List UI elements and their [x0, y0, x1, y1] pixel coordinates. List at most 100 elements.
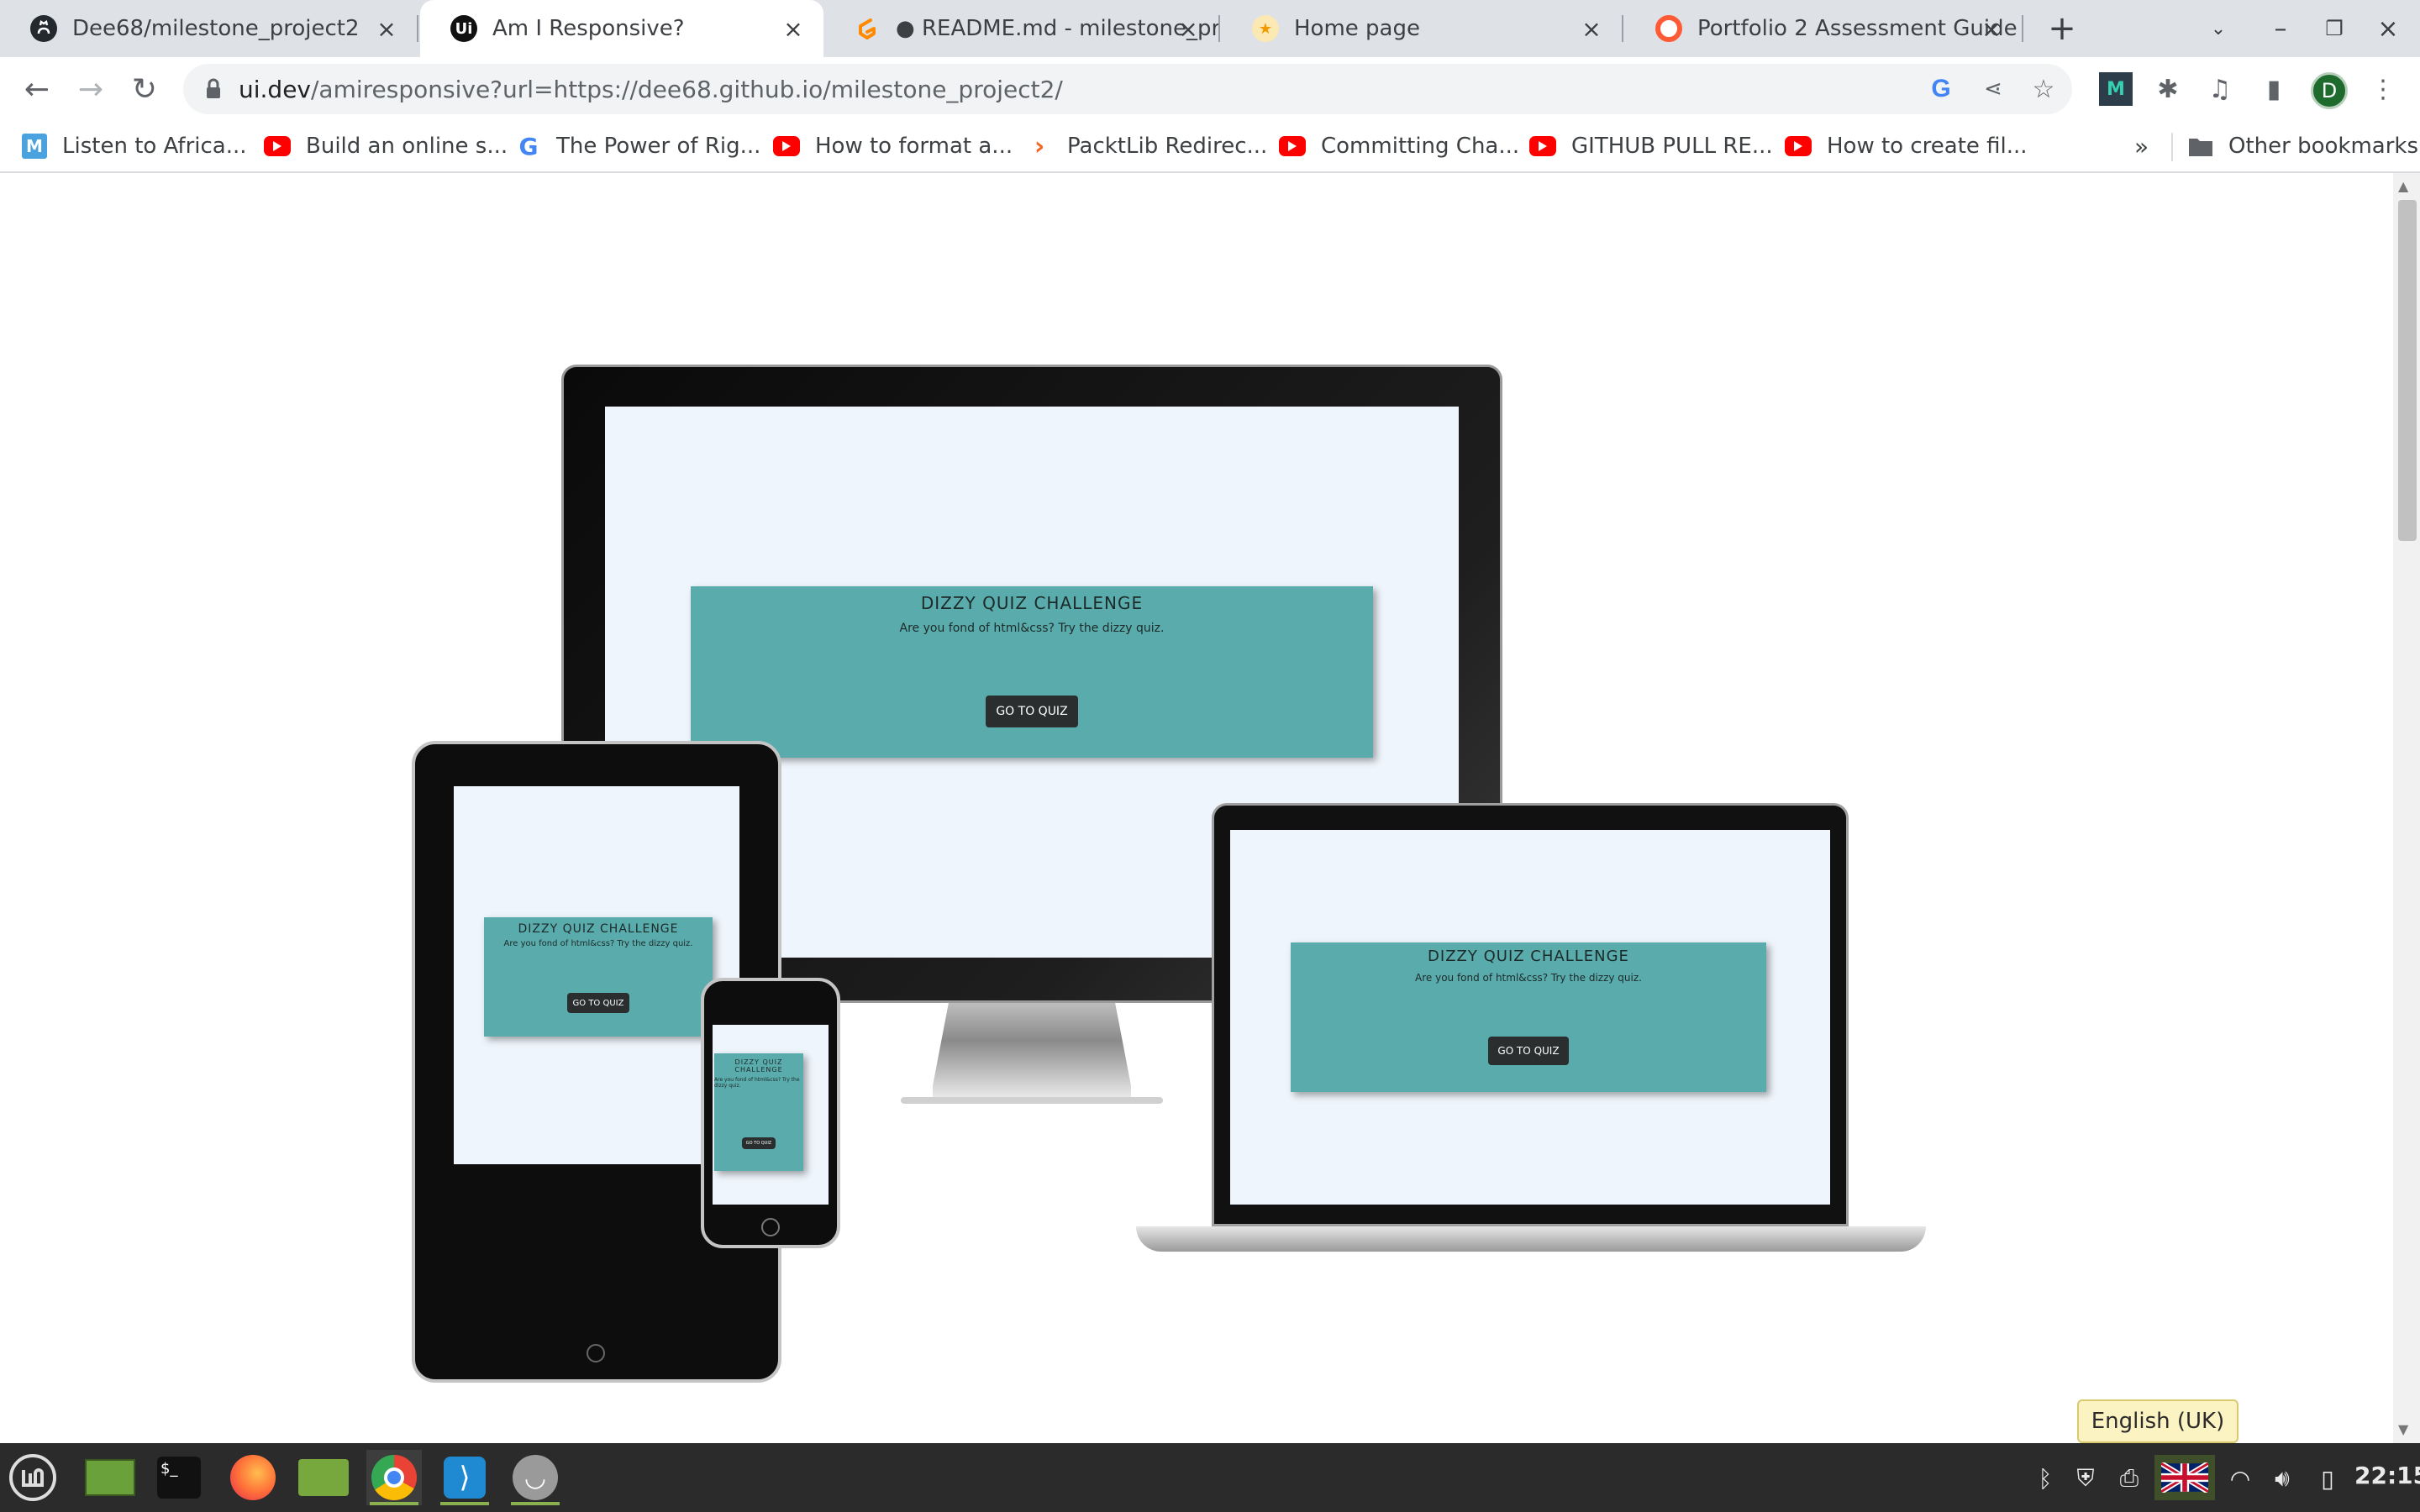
ui-dev-icon: Ui [450, 15, 477, 42]
bookmark-label: How to create fil... [1827, 134, 2028, 159]
go-to-quiz-button[interactable]: GO TO QUIZ [986, 696, 1078, 727]
bookmarks-separator [2171, 133, 2173, 161]
battery-icon[interactable]: ▯ [2311, 1462, 2344, 1495]
menu-icon[interactable] [5, 1450, 60, 1505]
firefox-icon[interactable] [225, 1450, 281, 1505]
scrollbar-thumb[interactable] [2398, 200, 2417, 541]
bookmark-label: Build an online s... [306, 134, 508, 159]
address-bar[interactable]: ui.dev/amiresponsive?url=https://dee68.g… [183, 64, 2072, 114]
bookmark-item[interactable]: › PacktLib Redirec... [1027, 129, 1267, 163]
wifi-icon[interactable]: ◠ [2223, 1462, 2257, 1495]
restore-icon[interactable]: ❐ [2314, 8, 2354, 49]
chevron-down-icon[interactable]: ⌄ [2202, 12, 2235, 45]
youtube-icon [1785, 136, 1812, 156]
new-tab-icon[interactable]: + [2044, 9, 2081, 48]
close-tab-icon[interactable]: × [1175, 15, 1202, 43]
profile-avatar[interactable]: D [2311, 72, 2348, 109]
go-to-quiz-button[interactable]: GO TO QUIZ [742, 1137, 776, 1149]
bookmarks-overflow-button[interactable]: » [2134, 133, 2149, 160]
close-tab-icon[interactable]: × [1578, 15, 1605, 43]
close-tab-icon[interactable]: × [373, 15, 400, 43]
bookmark-label: PacktLib Redirec... [1067, 134, 1268, 159]
bookmark-label: GITHUB PULL RE... [1571, 134, 1773, 159]
share-icon[interactable]: ⋖ [1978, 74, 2008, 104]
url-text: ui.dev/amiresponsive?url=https://dee68.g… [239, 76, 1063, 103]
puzzle-icon[interactable]: ✱ [2151, 72, 2185, 106]
quiz-subtitle: Are you fond of html&css? Try the dizzy … [1415, 972, 1642, 984]
network-manager-icon[interactable]: ◡ [508, 1450, 563, 1505]
folder-icon [2188, 134, 2213, 159]
google-lens-icon[interactable]: G [1926, 74, 1956, 104]
vscode-icon[interactable]: ⟩ [437, 1450, 492, 1505]
tab-portfolio-guide[interactable]: Portfolio 2 Assessment Guide × [1625, 0, 2022, 57]
bookmark-item[interactable]: How to create fil... [1785, 129, 2028, 163]
tab-title: ● README.md - milestone_pr [896, 16, 1218, 41]
kebab-menu-icon[interactable]: ⋮ [2366, 72, 2400, 106]
language-tooltip: English (UK) [2077, 1399, 2238, 1443]
monitor-stand [933, 1003, 1131, 1097]
back-icon[interactable]: ← [17, 69, 57, 109]
volume-icon[interactable]: 🔊︎ [2265, 1462, 2299, 1495]
uk-flag-icon[interactable] [2154, 1455, 2215, 1500]
quiz-title: DIZZY QUIZ CHALLENGE [518, 922, 679, 936]
google-icon: G [518, 132, 539, 160]
bookmark-item[interactable]: How to format a... [773, 129, 1013, 163]
tab-readme[interactable]: ● README.md - milestone_pr × [823, 0, 1218, 57]
tab-title: Home page [1294, 16, 1420, 41]
other-bookmarks-folder[interactable]: Other bookmarks [2188, 129, 2418, 163]
extension-m-icon[interactable]: M [2099, 72, 2133, 106]
minimize-icon[interactable]: – [2260, 8, 2301, 49]
close-window-icon[interactable]: × [2368, 8, 2408, 49]
quiz-subtitle: Are you fond of html&css? Try the dizzy … [503, 939, 693, 948]
clock[interactable]: 22:15 [2354, 1462, 2420, 1489]
reload-icon[interactable]: ↻ [124, 69, 165, 109]
tab-github[interactable]: Dee68/milestone_project2 × [0, 0, 417, 57]
shield-icon[interactable]: ⛨ [2069, 1462, 2102, 1495]
quiz-card: DIZZY QUIZ CHALLENGE Are you fond of htm… [1291, 942, 1766, 1092]
terminal-icon[interactable]: $_ [151, 1450, 207, 1505]
code-institute-icon [1655, 15, 1682, 42]
show-desktop-icon[interactable] [82, 1450, 138, 1505]
tab-strip: Dee68/milestone_project2 × Ui Am I Respo… [0, 0, 2420, 57]
go-to-quiz-button[interactable]: GO TO QUIZ [1488, 1037, 1569, 1065]
files-icon[interactable] [296, 1450, 351, 1505]
url-path: /amiresponsive?url=https://dee68.github.… [311, 76, 1063, 103]
go-to-quiz-button[interactable]: GO TO QUIZ [567, 993, 629, 1013]
bookmark-label: The Power of Rig... [556, 134, 761, 159]
close-tab-icon[interactable]: × [780, 15, 807, 43]
printer-icon[interactable]: ⎙ [2112, 1462, 2146, 1495]
tab-title: Dee68/milestone_project2 [72, 16, 360, 41]
quiz-title: DIZZY QUIZ CHALLENGE [1428, 948, 1629, 965]
tab-title: Am I Responsive? [492, 16, 685, 41]
bookmark-item[interactable]: G The Power of Rig... [516, 129, 761, 163]
quiz-card: DIZZY QUIZ CHALLENGE Are you fond of htm… [691, 586, 1373, 758]
forward-icon[interactable]: → [71, 69, 111, 109]
scroll-up-icon[interactable]: ▲ [2398, 178, 2408, 194]
scroll-down-icon[interactable]: ▼ [2398, 1421, 2408, 1437]
chrome-icon[interactable] [366, 1450, 422, 1505]
bookmark-item[interactable]: M Listen to Africa... [22, 129, 247, 163]
close-tab-icon[interactable]: × [1978, 15, 2005, 43]
github-icon [30, 15, 57, 42]
taskbar: $_ ⟩ ◡ ᛒ ⛨ ⎙ ◠ 🔊︎ ▯ 22:15 [0, 1443, 2420, 1512]
quiz-subtitle: Are you fond of html&css? Try the dizzy … [714, 1077, 800, 1089]
bluetooth-icon[interactable]: ᛒ [2028, 1462, 2062, 1495]
tab-title: Portfolio 2 Assessment Guide [1697, 16, 2018, 41]
quiz-card: DIZZY QUIZ CHALLENGE Are you fond of htm… [484, 917, 713, 1037]
bookmark-star-icon[interactable]: ☆ [2028, 74, 2059, 104]
side-panel-icon[interactable]: ▮ [2257, 72, 2291, 106]
tablet-home-button [587, 1344, 605, 1362]
youtube-icon [773, 136, 800, 156]
m-icon: M [22, 134, 47, 159]
youtube-icon [264, 136, 291, 156]
media-control-icon[interactable]: ♫ [2203, 72, 2237, 106]
bookmark-item[interactable]: Build an online s... [264, 129, 508, 163]
tab-am-i-responsive[interactable]: Ui Am I Responsive? × [420, 0, 823, 57]
tab-home-page[interactable]: ★ Home page × [1222, 0, 1622, 57]
bookmark-item[interactable]: Committing Cha... [1279, 129, 1519, 163]
browser-toolbar: ← → ↻ ui.dev/amiresponsive?url=https://d… [0, 57, 2420, 121]
bookmark-label: Listen to Africa... [62, 134, 247, 159]
phone-screen: DIZZY QUIZ CHALLENGE Are you fond of htm… [713, 1025, 829, 1205]
tab-separator [1622, 15, 1623, 42]
bookmark-item[interactable]: GITHUB PULL RE... [1529, 129, 1773, 163]
